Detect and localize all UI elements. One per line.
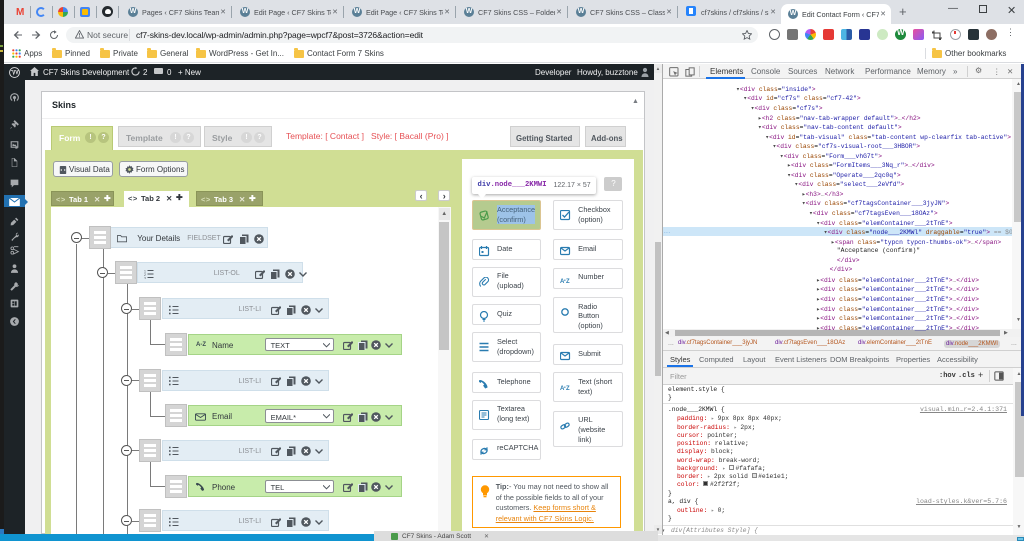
svg-text:9: 9 [15, 145, 18, 150]
